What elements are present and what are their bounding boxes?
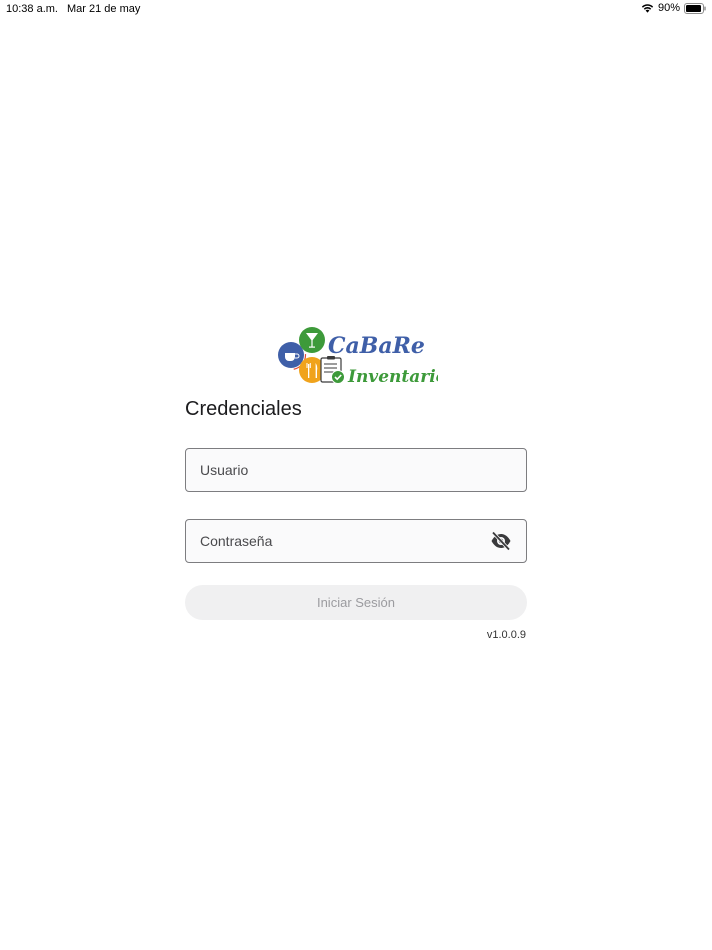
status-date: Mar 21 de may: [67, 3, 141, 15]
wifi-icon: [641, 3, 654, 13]
version-label: v1.0.0.9: [486, 629, 526, 641]
status-indicators: 90%: [641, 2, 706, 14]
eye-off-icon[interactable]: [490, 531, 512, 551]
app-logo: CaBaRe Inventario: [276, 324, 438, 388]
logo-brand-bottom: Inventario: [347, 367, 438, 387]
logo-brand-top: CaBaRe: [328, 333, 425, 359]
username-input[interactable]: [186, 449, 526, 491]
username-field[interactable]: [185, 448, 527, 492]
login-button[interactable]: Iniciar Sesión: [185, 585, 527, 620]
status-bar: 10:38 a.m. Mar 21 de may 90%: [0, 0, 712, 18]
status-time: 10:38 a.m.: [6, 3, 58, 15]
password-input[interactable]: [186, 520, 526, 562]
battery-percent: 90%: [657, 2, 680, 14]
battery-icon: [684, 2, 706, 14]
password-field[interactable]: [185, 519, 527, 563]
page-title: Credenciales: [185, 398, 302, 420]
